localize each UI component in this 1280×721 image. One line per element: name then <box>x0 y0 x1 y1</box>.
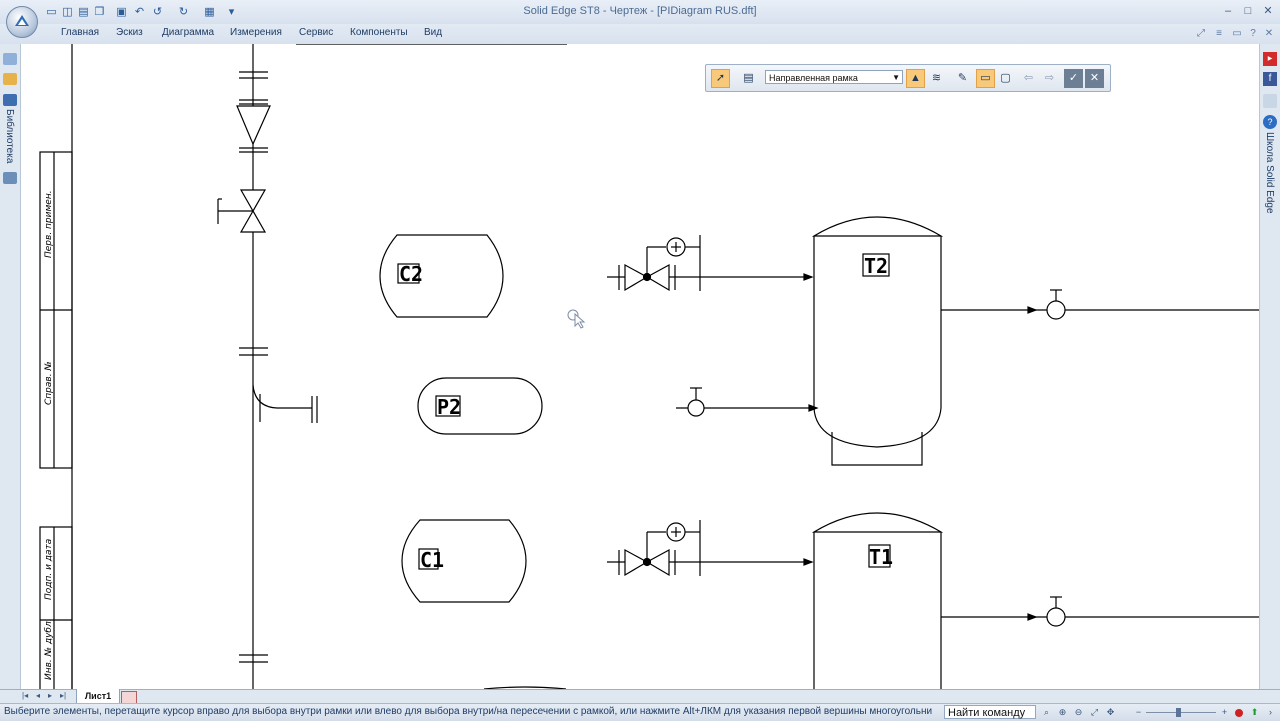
stamp-dup-inv: Инв. № дубл. <box>44 618 54 680</box>
open-icon[interactable]: ◫ <box>60 5 75 19</box>
tag-c2: C2 <box>399 262 423 286</box>
sheet-nav-last-icon[interactable]: ▸| <box>60 691 66 700</box>
tab-components[interactable]: Компоненты <box>350 27 408 38</box>
solid-edge-logo-icon <box>15 15 29 26</box>
properties-icon[interactable] <box>3 172 17 184</box>
tank-t1-dome <box>811 512 944 533</box>
stamp-sign-date: Подп. и дата <box>44 539 54 600</box>
help-circle-icon[interactable]: ? <box>1263 115 1277 129</box>
minimize-ribbon-icon[interactable]: ▭ <box>1230 27 1244 41</box>
chevron-right-icon[interactable]: › <box>1264 706 1277 719</box>
facebook-icon[interactable]: f <box>1263 72 1277 86</box>
chevron-down-icon: ▼ <box>892 73 900 82</box>
fence-inside-icon[interactable]: ▭ <box>976 69 995 88</box>
tag-c1: C1 <box>420 548 444 572</box>
layers-icon[interactable] <box>3 73 17 85</box>
layer-filter-icon[interactable]: ≋ <box>927 69 946 88</box>
edit-icon[interactable]: ✎ <box>953 69 972 88</box>
check-valve <box>236 105 271 146</box>
tab-home[interactable]: Главная <box>61 27 99 38</box>
undo-icon[interactable]: ↺ <box>150 5 165 19</box>
tab-tools[interactable]: Сервис <box>299 27 333 38</box>
zoom-slider-thumb[interactable] <box>1176 708 1181 717</box>
close-button[interactable]: ✕ <box>1260 4 1276 18</box>
selection-command-bar: ➚ ▤ Направленная рамка ▼ ▲ ≋ ✎ ▭ ▢ ⇦ ⇨ ✓… <box>705 64 1111 92</box>
right-dock-panel: ▶ f ? Школа Solid Edge <box>1259 44 1280 689</box>
ribbon-tabs: Главная Эскиз Диаграмма Измерения Сервис… <box>0 24 1280 45</box>
record-icon[interactable] <box>1235 709 1243 717</box>
help-icon[interactable]: ? <box>1246 27 1260 41</box>
zoom-in-icon[interactable]: ⊕ <box>1056 706 1069 719</box>
maximize-button[interactable]: □ <box>1240 4 1256 18</box>
minimize-button[interactable]: – <box>1220 4 1236 18</box>
new-icon[interactable]: ▭ <box>44 5 59 19</box>
library-icon[interactable] <box>3 94 17 106</box>
cancel-icon[interactable]: ✕ <box>1085 69 1104 88</box>
tag-t1: T1 <box>869 545 893 569</box>
sheet-tab-list1[interactable]: Лист1 <box>76 689 120 704</box>
stamp-ref-no: Справ. № <box>44 361 54 405</box>
zoom-area-icon[interactable]: ⌕ <box>1040 706 1053 719</box>
pid-diagram[interactable]: C2 P2 C1 T2 T1 Перв. примен. Справ. № По… <box>21 44 1259 689</box>
previous-icon[interactable]: ⇦ <box>1019 69 1038 88</box>
next-icon[interactable]: ⇨ <box>1040 69 1059 88</box>
status-prompt: Выберите элементы, перетащите курсор впр… <box>4 706 933 717</box>
fence-overlap-icon[interactable]: ▢ <box>996 69 1015 88</box>
library-label[interactable]: Библиотека <box>4 109 15 163</box>
mouse-cursor-icon <box>567 309 586 329</box>
open-folder-icon[interactable]: ▤ <box>76 5 91 19</box>
redo-icon[interactable]: ↻ <box>176 5 191 19</box>
qat-dropdown-icon[interactable]: ▾ <box>224 5 239 19</box>
save-icon[interactable]: ▣ <box>114 5 129 19</box>
sheet-tabs-bar: |◂ ◂ ▸ ▸| Лист1 <box>0 689 1280 704</box>
find-command-input[interactable]: Найти команду <box>944 705 1036 719</box>
zoom-slider[interactable] <box>1146 712 1216 713</box>
accept-icon[interactable]: ✓ <box>1064 69 1083 88</box>
selection-mode-value: Направленная рамка <box>769 73 858 83</box>
select-filter-icon[interactable]: ▲ <box>906 69 925 88</box>
tab-diagram[interactable]: Диаграмма <box>162 27 214 38</box>
tank-t2-dome <box>811 216 944 237</box>
select-tool-icon[interactable]: ➚ <box>711 69 730 88</box>
sheet-nav-next-icon[interactable]: ▸ <box>48 691 52 700</box>
print-icon[interactable]: ▦ <box>202 5 217 19</box>
sheet-nav-prev-icon[interactable]: ◂ <box>36 691 40 700</box>
undo-arrow-icon[interactable]: ↶ <box>132 5 147 19</box>
tab-dimensions[interactable]: Измерения <box>230 27 282 38</box>
title-bar: Solid Edge ST8 - Чертеж - [PIDiagram RUS… <box>0 0 1280 24</box>
application-button[interactable] <box>6 6 38 38</box>
selection-mode-select[interactable]: Направленная рамка ▼ <box>765 70 903 84</box>
zoom-out-icon[interactable]: ⊖ <box>1072 706 1085 719</box>
fit-icon[interactable]: ⤢ <box>1088 706 1101 719</box>
youtube-icon[interactable]: ▶ <box>1263 52 1277 66</box>
options-icon[interactable]: ▤ <box>739 69 758 88</box>
zoom-slider-minus-icon[interactable]: − <box>1132 706 1145 719</box>
status-bar: Выберите элементы, перетащите курсор впр… <box>0 703 1280 721</box>
sheet-nav-first-icon[interactable]: |◂ <box>22 691 28 700</box>
tab-view[interactable]: Вид <box>424 27 442 38</box>
pan-icon[interactable]: ✥ <box>1104 706 1117 719</box>
zoom-slider-plus-icon[interactable]: + <box>1218 706 1231 719</box>
pathfinder-icon[interactable] <box>3 53 17 65</box>
copy-icon[interactable]: ❐ <box>92 5 107 19</box>
school-label[interactable]: Школа Solid Edge <box>1264 132 1275 214</box>
left-dock-panel: Библиотека <box>0 44 21 689</box>
stamp-first-use: Перв. примен. <box>44 190 54 258</box>
tag-p2: P2 <box>437 395 461 419</box>
window-title: Solid Edge ST8 - Чертеж - [PIDiagram RUS… <box>523 5 757 17</box>
close-doc-icon[interactable]: ✕ <box>1262 27 1276 41</box>
tag-t2: T2 <box>864 254 888 278</box>
pin-icon[interactable]: ⤢ <box>1194 27 1208 41</box>
upload-icon[interactable]: ⬆ <box>1248 706 1261 719</box>
drawing-canvas[interactable]: C2 P2 C1 T2 T1 Перв. примен. Справ. № По… <box>21 44 1259 689</box>
community-icon[interactable] <box>1263 94 1277 108</box>
tab-sketch[interactable]: Эскиз <box>116 27 143 38</box>
options-icon[interactable]: ≡ <box>1212 27 1226 41</box>
